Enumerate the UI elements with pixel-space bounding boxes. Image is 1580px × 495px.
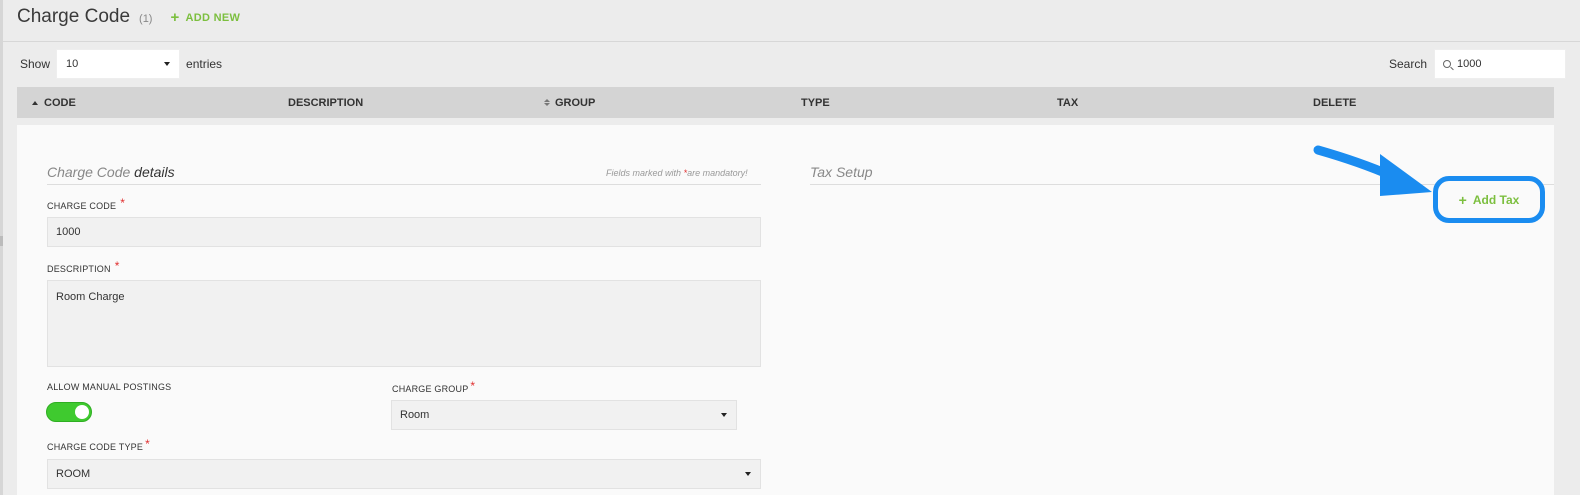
allow-manual-toggle[interactable] (46, 402, 92, 422)
charge-group-select[interactable]: Room (391, 400, 737, 430)
show-label: Show (20, 57, 51, 71)
left-edge (0, 0, 3, 495)
details-title-part1: Charge Code (47, 164, 131, 180)
column-tax-label: TAX (1057, 96, 1079, 109)
required-star: * (470, 379, 476, 393)
charge-code-label: CHARGE CODE * (47, 196, 126, 212)
required-star: * (114, 259, 120, 273)
allow-manual-label-text: ALLOW MANUAL POSTINGS (47, 382, 172, 392)
page-header: Charge Code (1) + ADD NEW (17, 6, 240, 36)
plus-icon: + (170, 9, 180, 26)
add-tax-label: Add Tax (1472, 192, 1520, 207)
description-value: Room Charge (56, 291, 125, 303)
add-new-button[interactable]: + ADD NEW (170, 9, 240, 26)
mandatory-suffix: are mandatory! (687, 168, 748, 178)
tax-setup-title-text: Tax Setup (810, 164, 873, 180)
charge-code-input[interactable]: 1000 (47, 217, 761, 247)
column-group-label: GROUP (555, 96, 596, 109)
column-delete[interactable]: DELETE (1313, 87, 1356, 118)
charge-code-type-select[interactable]: ROOM (47, 459, 761, 489)
toggle-knob (75, 405, 89, 419)
column-code[interactable]: CODE (32, 87, 76, 118)
charge-group-label-text: CHARGE GROUP (392, 384, 469, 394)
required-star: * (120, 196, 126, 210)
details-title-part2: details (134, 164, 175, 180)
sort-icon (544, 99, 550, 106)
page-title: Charge Code (17, 6, 131, 27)
charge-code-type-label: CHARGE CODE TYPE * (47, 437, 150, 453)
search-label: Search (1388, 57, 1427, 71)
charge-code-value: 1000 (56, 226, 81, 238)
charge-group-label: CHARGE GROUP * (392, 379, 476, 395)
column-type[interactable]: TYPE (801, 87, 830, 118)
tax-setup-title: Tax Setup (810, 164, 873, 180)
add-new-label: ADD NEW (185, 11, 241, 24)
column-description-label: DESCRIPTION (288, 96, 364, 109)
mandatory-prefix: Fields marked with (606, 168, 682, 178)
search-value: 1000 (1457, 58, 1482, 70)
description-label: DESCRIPTION * (47, 259, 120, 275)
column-group[interactable]: GROUP (544, 87, 595, 118)
chevron-down-icon (164, 62, 171, 66)
charge-code-type-label-text: CHARGE CODE TYPE (47, 442, 144, 452)
plus-icon: + (1458, 191, 1467, 208)
edge-mark (0, 236, 3, 246)
arrow-pointer-icon (1313, 145, 1432, 196)
show-entries: Show 10 entries (20, 49, 222, 79)
column-type-label: TYPE (801, 96, 830, 109)
column-code-label: CODE (44, 96, 76, 109)
table-header: CODE DESCRIPTION GROUP TYPE TAX DELETE (17, 87, 1554, 118)
charge-code-label-text: CHARGE CODE (47, 201, 117, 211)
chevron-down-icon (745, 472, 751, 476)
record-count: (1) (139, 13, 153, 25)
add-tax-button[interactable]: + Add Tax (1433, 176, 1545, 223)
charge-group-value: Room (400, 409, 430, 421)
column-delete-label: DELETE (1313, 96, 1357, 109)
details-section-title: Charge Code details (47, 164, 175, 180)
charge-code-type-value: ROOM (56, 468, 91, 480)
required-star: * (145, 437, 150, 451)
description-label-text: DESCRIPTION (47, 264, 111, 274)
column-description[interactable]: DESCRIPTION (288, 87, 363, 118)
search-area: Search 1000 (1389, 49, 1566, 79)
details-divider (47, 184, 761, 185)
sort-asc-icon (32, 100, 38, 105)
chevron-down-icon (721, 413, 727, 417)
column-tax[interactable]: TAX (1057, 87, 1078, 118)
allow-manual-label: ALLOW MANUAL POSTINGS (47, 382, 171, 392)
description-textarea[interactable]: Room Charge (47, 280, 761, 367)
search-icon (1443, 60, 1451, 68)
mandatory-note: Fields marked with *are mandatory! (606, 168, 748, 178)
entries-value: 10 (66, 58, 79, 70)
search-input[interactable]: 1000 (1434, 49, 1566, 79)
header-divider (3, 41, 1580, 42)
entries-label: entries (186, 57, 223, 71)
entries-select[interactable]: 10 (56, 49, 181, 79)
